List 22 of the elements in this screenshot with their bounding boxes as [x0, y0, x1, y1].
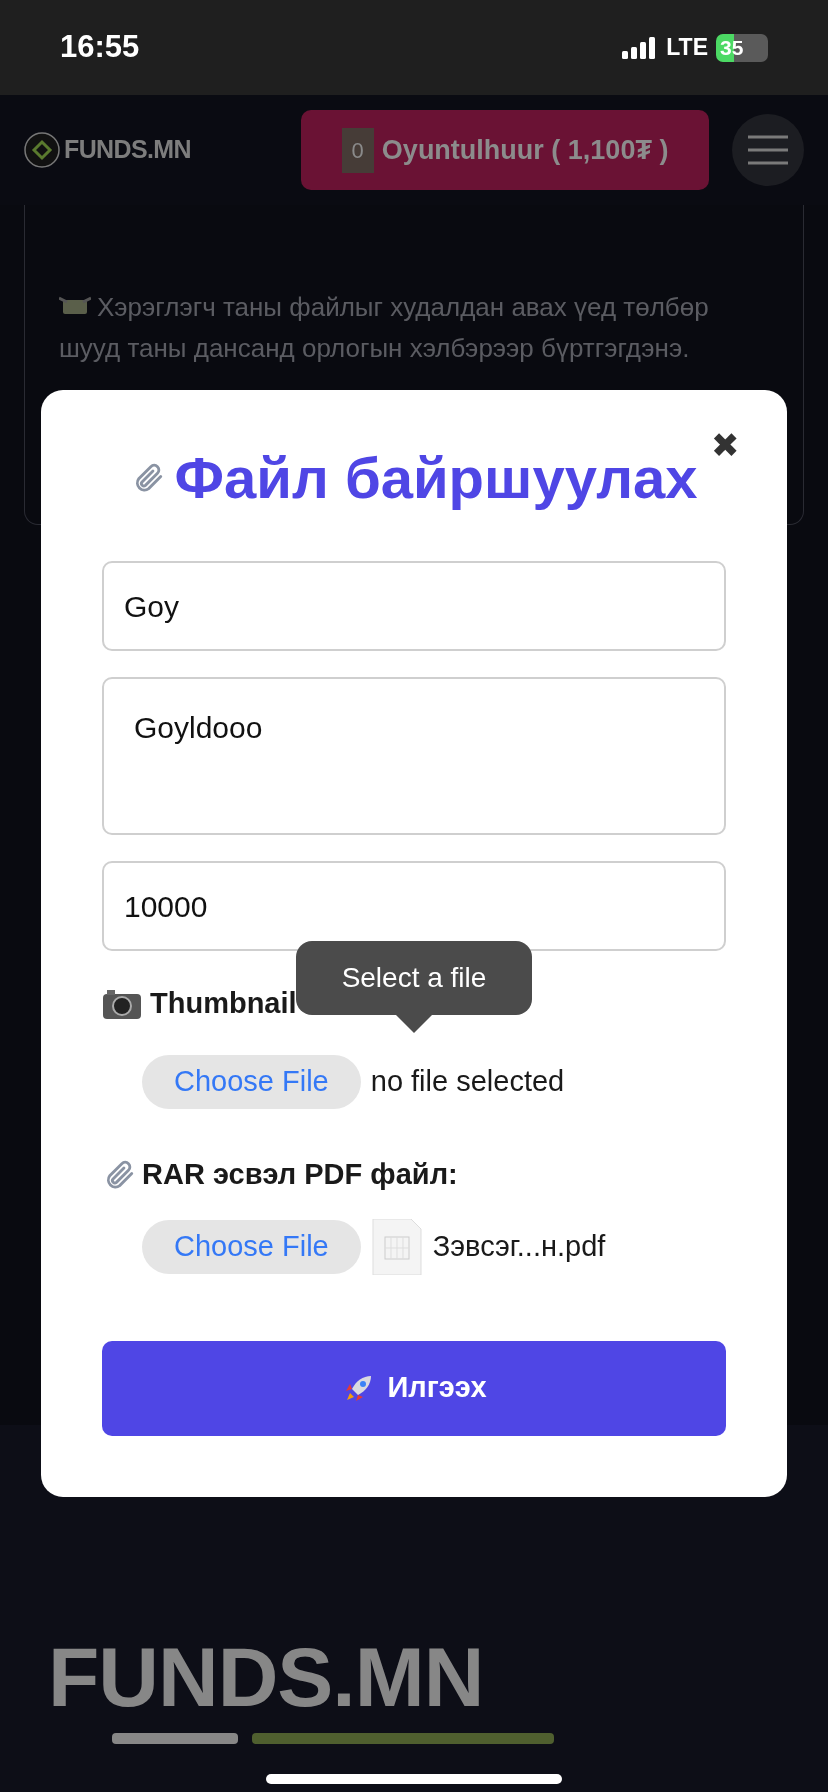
account-badge: 0 — [341, 127, 374, 173]
camera-icon — [102, 988, 142, 1020]
submit-button[interactable]: Илгээх — [102, 1340, 726, 1436]
footer-logo: FUNDS.MN — [48, 1630, 484, 1724]
status-time: 16:55 — [60, 28, 140, 67]
file-status: Зэвсэг...н.pdf — [432, 1228, 606, 1264]
header-logo: FUNDS.MN — [64, 134, 191, 166]
dialog-title: Файл байршуулах — [174, 444, 698, 512]
account-label: Oyuntulhuur ( 1,100₮ ) — [381, 133, 669, 167]
menu-icon — [746, 135, 790, 165]
network-label: LTE — [666, 33, 708, 63]
file-status: no file selected — [370, 1064, 565, 1100]
close-button[interactable]: ✖ — [711, 420, 739, 471]
logo-icon — [24, 132, 60, 168]
input-field[interactable]: Goy — [102, 561, 726, 651]
account-button[interactable]: 0 Oyuntulhuur ( 1,100₮ ) — [301, 110, 709, 190]
tooltip-arrow-icon — [396, 1015, 432, 1033]
tooltip: Select a file — [296, 941, 532, 1015]
info-text: Хэрэглэгч таны файлыг худалдан авах үед төлбөр шууд таны дансанд орлогын хэлбэрээр бүртгэгдэнэ. — [59, 291, 710, 365]
description-field[interactable]: Goyldooo — [102, 677, 726, 835]
attachment-label: RAR эсвэл PDF файл: — [142, 1157, 458, 1192]
thumbnail-label: Thumbnail — [150, 986, 297, 1022]
